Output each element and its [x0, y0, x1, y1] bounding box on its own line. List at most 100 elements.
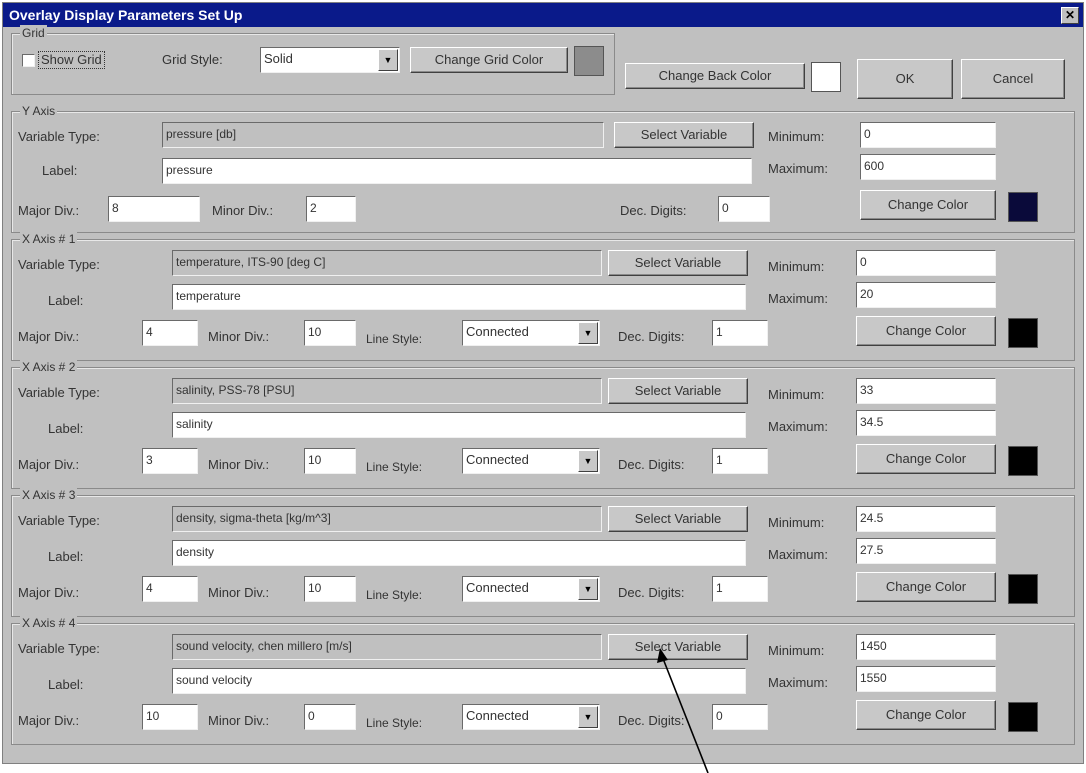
change-back-color-button[interactable]: Change Back Color: [625, 63, 805, 89]
line-style-label: Line Style:: [366, 716, 423, 730]
close-icon[interactable]: ✕: [1061, 7, 1079, 24]
dec-digits-label: Dec. Digits:: [618, 457, 685, 472]
x-line-style-select[interactable]: Connected ▼: [462, 704, 600, 730]
minimum-label: Minimum:: [768, 515, 825, 530]
x-label-field[interactable]: temperature: [172, 284, 746, 310]
x-select-variable-button[interactable]: Select Variable: [608, 250, 748, 276]
maximum-label: Maximum:: [768, 675, 828, 690]
y-dec-digits-field[interactable]: 0: [718, 196, 770, 222]
x-axis-legend: X Axis # 2: [20, 359, 78, 375]
x-line-style-select[interactable]: Connected ▼: [462, 448, 600, 474]
grid-style-select[interactable]: Solid ▼: [260, 47, 400, 73]
minor-div-label: Minor Div.:: [208, 329, 270, 344]
x-axis-3-group: X Axis # 3 Variable Type: density, sigma-t…: [11, 487, 1075, 617]
dec-digits-label: Dec. Digits:: [618, 329, 685, 344]
x-select-variable-button[interactable]: Select Variable: [608, 378, 748, 404]
x-line-style-value: Connected: [466, 580, 529, 595]
x-minimum-field[interactable]: 1450: [856, 634, 996, 660]
x-variable-type-field: salinity, PSS-78 [PSU]: [172, 378, 602, 404]
variable-type-label: Variable Type:: [18, 385, 100, 400]
x-variable-type-field: sound velocity, chen millero [m/s]: [172, 634, 602, 660]
cancel-button[interactable]: Cancel: [961, 59, 1065, 99]
chevron-down-icon[interactable]: ▼: [578, 578, 598, 600]
x-major-div-field[interactable]: 3: [142, 448, 198, 474]
x-variable-type-field: density, sigma-theta [kg/m^3]: [172, 506, 602, 532]
y-select-variable-button[interactable]: Select Variable: [614, 122, 754, 148]
x-minor-div-field[interactable]: 0: [304, 704, 356, 730]
x-line-style-select[interactable]: Connected ▼: [462, 320, 600, 346]
major-div-label: Major Div.:: [18, 713, 80, 728]
x-variable-type-field: temperature, ITS-90 [deg C]: [172, 250, 602, 276]
line-style-label: Line Style:: [366, 460, 423, 474]
show-grid-checkbox[interactable]: [22, 54, 35, 67]
x-change-color-button[interactable]: Change Color: [856, 572, 996, 602]
x-axis-1-group: X Axis # 1 Variable Type: temperature, ITS…: [11, 231, 1075, 361]
dec-digits-label: Dec. Digits:: [620, 203, 687, 218]
x-change-color-button[interactable]: Change Color: [856, 316, 996, 346]
y-label-field[interactable]: pressure: [162, 158, 752, 184]
x-minor-div-field[interactable]: 10: [304, 320, 356, 346]
x-axis-2-group: X Axis # 2 Variable Type: salinity, PSS-78…: [11, 359, 1075, 489]
x-dec-digits-field[interactable]: 1: [712, 320, 768, 346]
x-line-style-value: Connected: [466, 708, 529, 723]
x-change-color-button[interactable]: Change Color: [856, 700, 996, 730]
dec-digits-label: Dec. Digits:: [618, 585, 685, 600]
y-minor-div-field[interactable]: 2: [306, 196, 356, 222]
variable-type-label: Variable Type:: [18, 513, 100, 528]
grid-color-swatch: [574, 46, 604, 76]
x-minor-div-field[interactable]: 10: [304, 576, 356, 602]
x-dec-digits-field[interactable]: 0: [712, 704, 768, 730]
chevron-down-icon[interactable]: ▼: [578, 450, 598, 472]
x-line-style-value: Connected: [466, 324, 529, 339]
x-major-div-field[interactable]: 4: [142, 576, 198, 602]
x-label-field[interactable]: salinity: [172, 412, 746, 438]
x-label-field[interactable]: density: [172, 540, 746, 566]
x-maximum-field[interactable]: 1550: [856, 666, 996, 692]
x-minimum-field[interactable]: 24.5: [856, 506, 996, 532]
overlay-setup-dialog: Overlay Display Parameters Set Up ✕ Grid…: [2, 2, 1084, 764]
x-select-variable-button[interactable]: Select Variable: [608, 634, 748, 660]
grid-legend: Grid: [20, 25, 47, 41]
y-maximum-field[interactable]: 600: [860, 154, 996, 180]
x-color-swatch: [1008, 574, 1038, 604]
x-dec-digits-field[interactable]: 1: [712, 576, 768, 602]
minor-div-label: Minor Div.:: [212, 203, 274, 218]
x-maximum-field[interactable]: 34.5: [856, 410, 996, 436]
x-axis-4-group: X Axis # 4 Variable Type: sound velocity, …: [11, 615, 1075, 745]
chevron-down-icon[interactable]: ▼: [578, 322, 598, 344]
y-axis-group: Y Axis Variable Type: pressure [db] Sele…: [11, 103, 1075, 233]
x-color-swatch: [1008, 318, 1038, 348]
label-label: Label:: [48, 677, 84, 692]
x-color-swatch: [1008, 702, 1038, 732]
x-axis-legend: X Axis # 4: [20, 615, 78, 631]
chevron-down-icon[interactable]: ▼: [378, 49, 398, 71]
grid-style-label: Grid Style:: [162, 52, 223, 67]
show-grid-label[interactable]: Show Grid: [38, 51, 105, 69]
dec-digits-label: Dec. Digits:: [618, 713, 685, 728]
x-select-variable-button[interactable]: Select Variable: [608, 506, 748, 532]
x-line-style-select[interactable]: Connected ▼: [462, 576, 600, 602]
x-change-color-button[interactable]: Change Color: [856, 444, 996, 474]
x-minimum-field[interactable]: 33: [856, 378, 996, 404]
y-minimum-field[interactable]: 0: [860, 122, 996, 148]
x-major-div-field[interactable]: 10: [142, 704, 198, 730]
x-maximum-field[interactable]: 20: [856, 282, 996, 308]
x-dec-digits-field[interactable]: 1: [712, 448, 768, 474]
chevron-down-icon[interactable]: ▼: [578, 706, 598, 728]
x-minimum-field[interactable]: 0: [856, 250, 996, 276]
label-label: Label:: [48, 421, 84, 436]
y-change-color-button[interactable]: Change Color: [860, 190, 996, 220]
change-grid-color-button[interactable]: Change Grid Color: [410, 47, 568, 73]
x-axis-legend: X Axis # 1: [20, 231, 78, 247]
minor-div-label: Minor Div.:: [208, 457, 270, 472]
window-title: Overlay Display Parameters Set Up: [9, 7, 243, 23]
maximum-label: Maximum:: [768, 291, 828, 306]
x-maximum-field[interactable]: 27.5: [856, 538, 996, 564]
title-bar: Overlay Display Parameters Set Up ✕: [3, 3, 1083, 27]
ok-button[interactable]: OK: [857, 59, 953, 99]
major-div-label: Major Div.:: [18, 585, 80, 600]
x-minor-div-field[interactable]: 10: [304, 448, 356, 474]
x-label-field[interactable]: sound velocity: [172, 668, 746, 694]
y-major-div-field[interactable]: 8: [108, 196, 200, 222]
x-major-div-field[interactable]: 4: [142, 320, 198, 346]
